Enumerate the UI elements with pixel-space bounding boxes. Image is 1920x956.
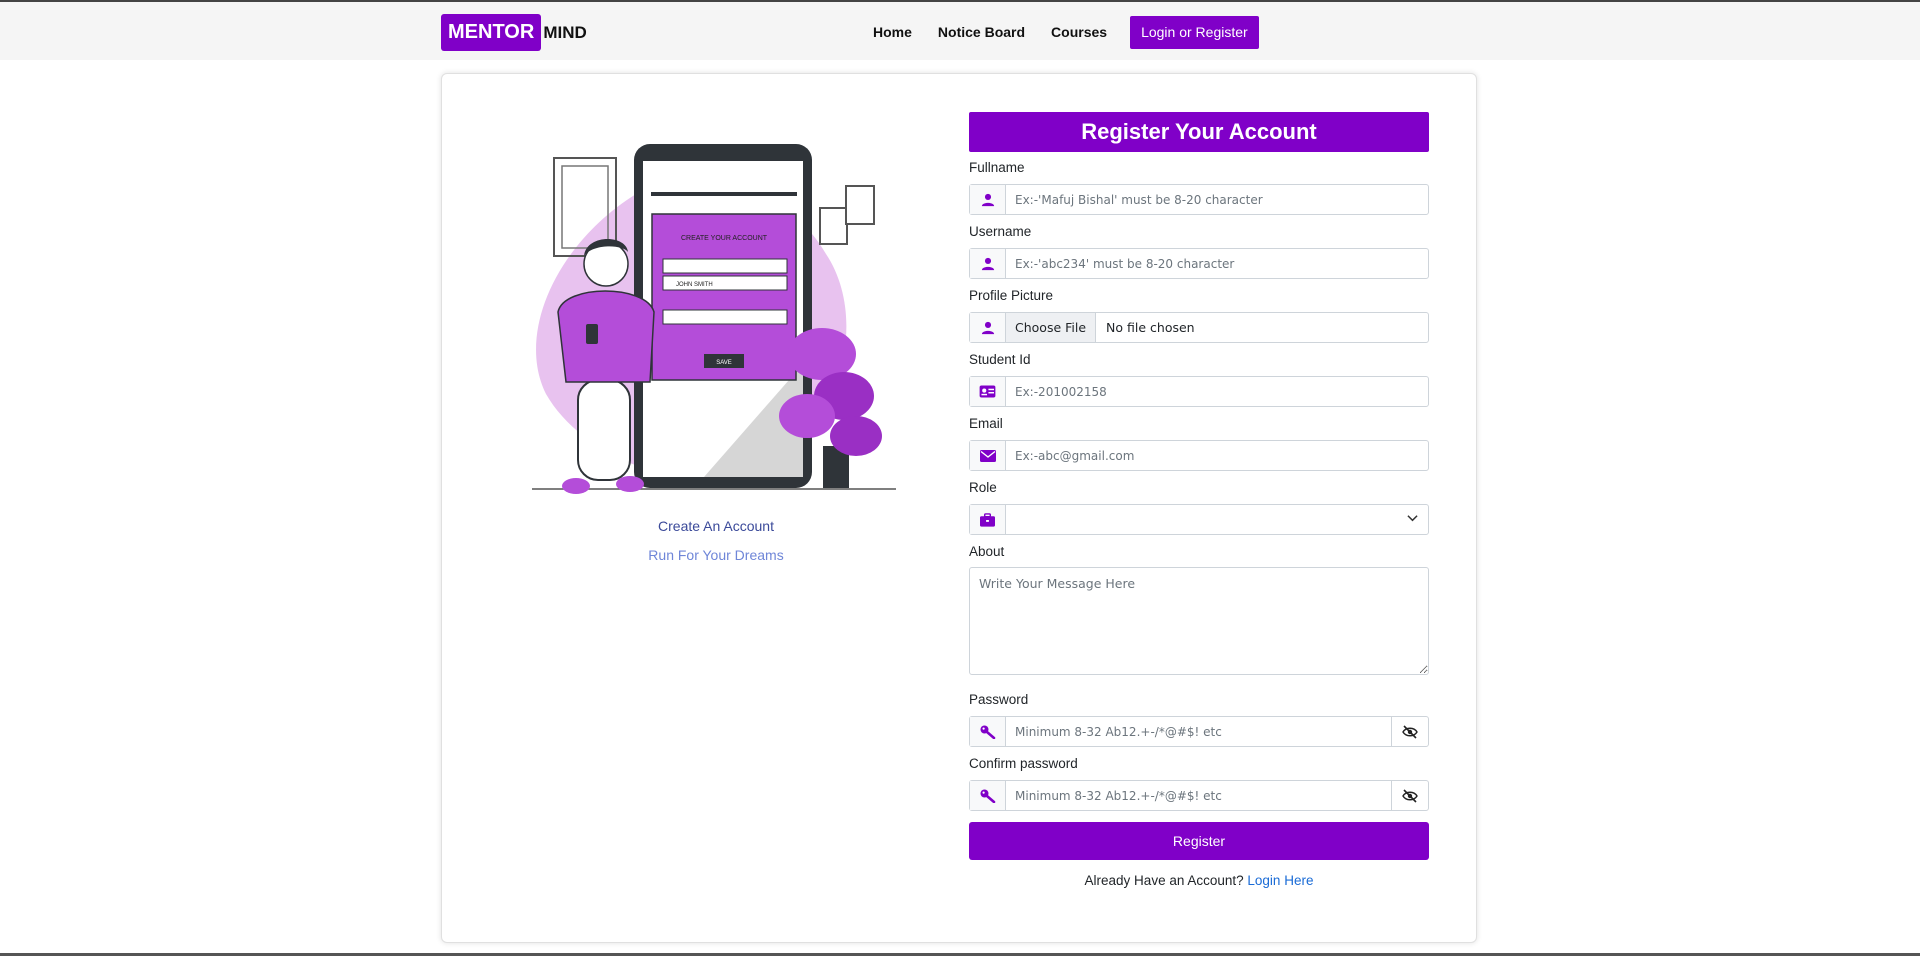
key-icon <box>970 717 1006 746</box>
email-input[interactable] <box>1006 441 1428 470</box>
username-group <box>969 248 1429 279</box>
role-group <box>969 504 1429 535</box>
confirm-password-label: Confirm password <box>969 756 1078 771</box>
navbar: MENTOR MIND Home Notice Board Courses Lo… <box>0 2 1920 60</box>
nav-link-courses[interactable]: Courses <box>1051 15 1107 49</box>
chevron-down-glyph <box>1407 515 1418 522</box>
password-label: Password <box>969 692 1029 707</box>
fullname-group <box>969 184 1429 215</box>
eye-slash-glyph <box>1402 724 1418 739</box>
phone-heading: CREATE YOUR ACCOUNT <box>681 235 768 242</box>
envelope-icon-glyph <box>979 449 996 462</box>
brand-rest-text: MIND <box>543 23 587 42</box>
briefcase-icon-glyph <box>980 512 995 527</box>
caption-subtitle: Run For Your Dreams <box>648 547 784 563</box>
key-icon-glyph <box>980 725 995 739</box>
phone-save-text: SAVE <box>716 360 732 366</box>
profile-picture-label: Profile Picture <box>969 288 1054 303</box>
fullname-label: Fullname <box>969 160 1025 175</box>
phone-field-text: JOHN SMITH <box>676 282 713 288</box>
wall-frame-right <box>819 207 848 245</box>
already-account-row: Already Have an Account? Login Here <box>969 873 1429 888</box>
briefcase-icon <box>970 505 1006 534</box>
person-shoe-left <box>562 478 590 494</box>
username-label: Username <box>969 224 1032 239</box>
person-phone <box>586 324 598 344</box>
envelope-icon <box>970 441 1006 470</box>
caption-title: Create An Account <box>658 518 774 534</box>
fullname-input[interactable] <box>1006 185 1428 214</box>
user-icon <box>970 185 1006 214</box>
user-icon <box>970 313 1006 342</box>
confirm-password-input[interactable] <box>1006 781 1391 810</box>
nav-links: Home Notice Board Courses Login or Regis… <box>860 15 1259 49</box>
username-input[interactable] <box>1006 249 1428 278</box>
id-card-icon-glyph <box>979 385 996 398</box>
phone-field-1 <box>662 258 788 274</box>
login-register-button[interactable]: Login or Register <box>1130 15 1259 49</box>
person-shoe-right <box>616 476 644 492</box>
user-icon-glyph <box>981 257 994 270</box>
plant-leaf-3 <box>779 394 835 438</box>
confirm-password-group <box>969 780 1429 811</box>
user-icon-glyph <box>981 321 994 334</box>
about-textarea[interactable] <box>969 567 1429 675</box>
student-id-input[interactable] <box>1006 377 1428 406</box>
brand-logo[interactable]: MENTOR MIND <box>441 14 587 51</box>
nav-link-notice-board[interactable]: Notice Board <box>938 15 1025 49</box>
role-select[interactable] <box>1006 505 1428 534</box>
register-button[interactable]: Register <box>969 822 1429 860</box>
eye-slash-glyph <box>1402 788 1418 803</box>
phone-tabs <box>651 192 797 196</box>
about-label: About <box>969 544 1005 559</box>
student-id-group <box>969 376 1429 407</box>
register-form: Register Your Account Fullname Username … <box>969 112 1429 888</box>
form-title: Register Your Account <box>969 112 1429 152</box>
already-account-text: Already Have an Account? <box>1084 873 1244 888</box>
person-shirt <box>557 290 655 383</box>
email-label: Email <box>969 416 1003 431</box>
login-here-link[interactable]: Login Here <box>1247 873 1313 888</box>
role-label: Role <box>969 480 997 495</box>
choose-file-button[interactable]: Choose File <box>1006 313 1097 342</box>
key-icon <box>970 781 1006 810</box>
wall-frame-right-top <box>845 185 875 225</box>
password-input[interactable] <box>1006 717 1391 746</box>
id-card-icon <box>970 377 1006 406</box>
file-status-text: No file chosen <box>1106 320 1195 335</box>
email-group <box>969 440 1429 471</box>
user-icon <box>970 249 1006 278</box>
register-illustration: CREATE YOUR ACCOUNT JOHN SMITH SAVE <box>532 144 896 494</box>
plant-leaf-4 <box>830 416 882 456</box>
password-group <box>969 716 1429 747</box>
profile-picture-group: Choose File No file chosen <box>969 312 1429 343</box>
person-legs <box>577 379 631 481</box>
eye-slash-icon[interactable] <box>1391 717 1428 746</box>
brand-box-text: MENTOR <box>441 14 542 51</box>
user-icon-glyph <box>981 193 994 206</box>
register-card: CREATE YOUR ACCOUNT JOHN SMITH SAVE Crea… <box>441 73 1477 943</box>
role-value <box>1006 507 1024 521</box>
phone-field-3 <box>662 309 788 325</box>
key-icon-glyph <box>980 789 995 803</box>
chevron-down-icon <box>1407 513 1418 525</box>
eye-slash-icon[interactable] <box>1391 781 1428 810</box>
student-id-label: Student Id <box>969 352 1031 367</box>
nav-link-home[interactable]: Home <box>873 15 912 49</box>
